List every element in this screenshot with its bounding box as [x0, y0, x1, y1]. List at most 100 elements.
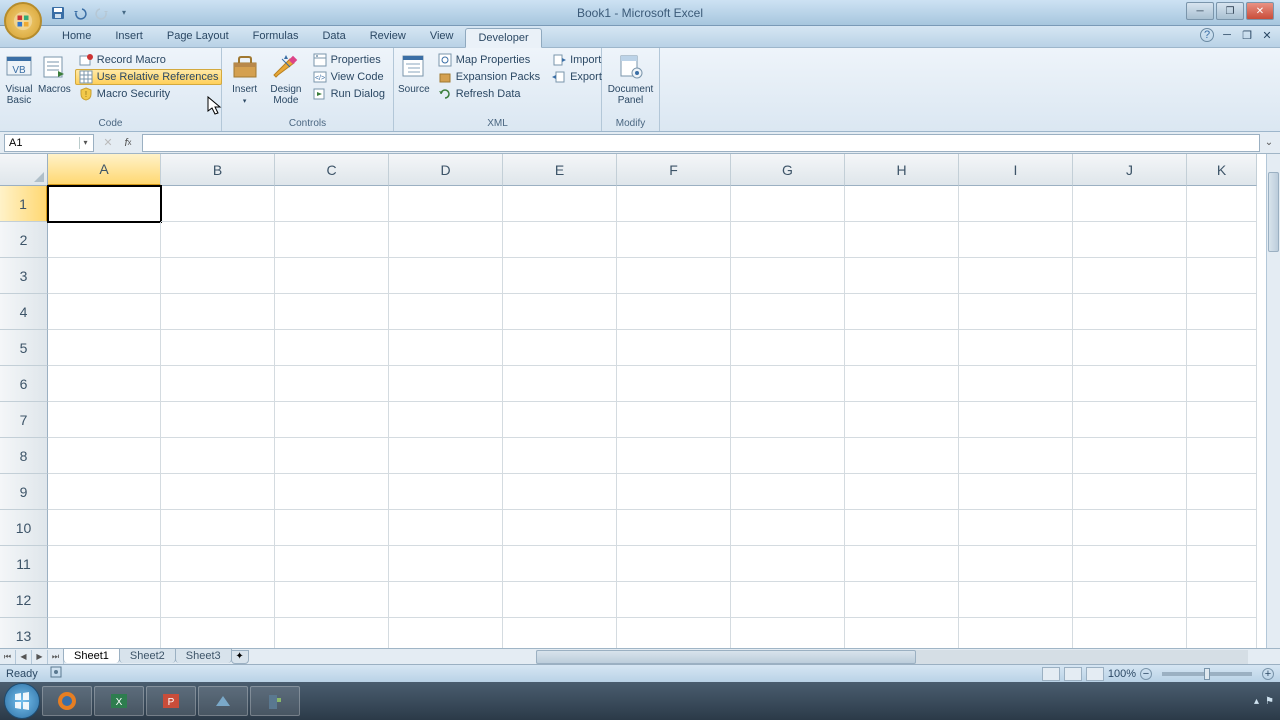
tab-view[interactable]: View	[418, 27, 466, 47]
cell[interactable]	[617, 186, 731, 222]
cell[interactable]	[503, 582, 617, 618]
cell[interactable]	[959, 546, 1073, 582]
cell[interactable]	[617, 474, 731, 510]
cell[interactable]	[1187, 186, 1257, 222]
page-layout-view-button[interactable]	[1064, 667, 1082, 681]
cell[interactable]	[503, 438, 617, 474]
row-header[interactable]: 11	[0, 546, 48, 582]
cell[interactable]	[275, 186, 389, 222]
column-header[interactable]: A	[48, 154, 161, 186]
cell[interactable]	[1187, 474, 1257, 510]
save-icon[interactable]	[50, 5, 66, 21]
source-button[interactable]: Source	[398, 50, 430, 97]
taskbar-app1[interactable]	[198, 686, 248, 716]
cell[interactable]	[731, 366, 845, 402]
prev-sheet-icon[interactable]: ◀	[16, 650, 32, 664]
cell[interactable]	[1073, 402, 1187, 438]
cell[interactable]	[161, 258, 275, 294]
cell[interactable]	[161, 546, 275, 582]
cell[interactable]	[731, 258, 845, 294]
cell-grid[interactable]	[48, 186, 1266, 648]
office-button[interactable]	[4, 2, 42, 40]
row-header[interactable]: 8	[0, 438, 48, 474]
cell[interactable]	[48, 474, 161, 510]
cell[interactable]	[503, 258, 617, 294]
cell[interactable]	[161, 510, 275, 546]
redo-icon[interactable]	[94, 5, 110, 21]
design-mode-button[interactable]: Design Mode	[267, 50, 304, 108]
cell[interactable]	[617, 330, 731, 366]
view-code-button[interactable]: </>View Code	[309, 69, 389, 85]
tab-home[interactable]: Home	[50, 27, 103, 47]
cell[interactable]	[845, 546, 959, 582]
cell[interactable]	[48, 186, 161, 222]
cell[interactable]	[161, 330, 275, 366]
cell[interactable]	[275, 546, 389, 582]
expansion-packs-button[interactable]: Expansion Packs	[434, 69, 544, 85]
insert-control-button[interactable]: Insert▾	[226, 50, 263, 108]
cancel-formula-icon[interactable]: ✕	[100, 135, 116, 151]
page-break-view-button[interactable]	[1086, 667, 1104, 681]
cell[interactable]	[503, 222, 617, 258]
close-button[interactable]: ✕	[1246, 2, 1274, 20]
cell[interactable]	[389, 222, 503, 258]
cell[interactable]	[503, 402, 617, 438]
cell[interactable]	[845, 438, 959, 474]
cell[interactable]	[1187, 582, 1257, 618]
record-macro-button[interactable]: Record Macro	[75, 52, 223, 68]
cell[interactable]	[161, 618, 275, 648]
tab-page-layout[interactable]: Page Layout	[155, 27, 241, 47]
cell[interactable]	[161, 402, 275, 438]
row-header[interactable]: 1	[0, 186, 48, 222]
cell[interactable]	[1073, 582, 1187, 618]
cell[interactable]	[845, 258, 959, 294]
cell[interactable]	[959, 474, 1073, 510]
row-header[interactable]: 12	[0, 582, 48, 618]
cell[interactable]	[161, 222, 275, 258]
cell[interactable]	[731, 222, 845, 258]
column-header[interactable]: C	[275, 154, 389, 186]
cell[interactable]	[845, 510, 959, 546]
macro-rec-icon[interactable]	[50, 666, 64, 681]
cell[interactable]	[48, 366, 161, 402]
cell[interactable]	[1187, 402, 1257, 438]
cell[interactable]	[959, 582, 1073, 618]
cell[interactable]	[389, 402, 503, 438]
cell[interactable]	[275, 618, 389, 648]
tray-expand-icon[interactable]: ▴	[1254, 696, 1259, 707]
sheet-tab[interactable]: Sheet1	[63, 648, 120, 663]
row-header[interactable]: 10	[0, 510, 48, 546]
cell[interactable]	[275, 438, 389, 474]
vertical-scrollbar[interactable]	[1266, 154, 1280, 648]
formula-bar[interactable]	[142, 134, 1260, 152]
cell[interactable]	[389, 510, 503, 546]
cell[interactable]	[48, 330, 161, 366]
cell[interactable]	[1073, 294, 1187, 330]
tab-developer[interactable]: Developer	[465, 28, 541, 48]
cell[interactable]	[845, 330, 959, 366]
cell[interactable]	[845, 186, 959, 222]
cell[interactable]	[48, 402, 161, 438]
cell[interactable]	[389, 474, 503, 510]
name-box-dropdown-icon[interactable]: ▾	[79, 137, 91, 149]
next-sheet-icon[interactable]: ▶	[32, 650, 48, 664]
ribbon-minimize-icon[interactable]: ─	[1220, 28, 1234, 42]
cell[interactable]	[959, 330, 1073, 366]
column-header[interactable]: J	[1073, 154, 1187, 186]
cell[interactable]	[48, 222, 161, 258]
cell[interactable]	[48, 618, 161, 648]
cell[interactable]	[503, 366, 617, 402]
cell[interactable]	[845, 402, 959, 438]
document-panel-button[interactable]: Document Panel	[606, 50, 655, 108]
cell[interactable]	[731, 546, 845, 582]
cell[interactable]	[617, 294, 731, 330]
cell[interactable]	[959, 222, 1073, 258]
cell[interactable]	[1073, 330, 1187, 366]
cell[interactable]	[731, 618, 845, 648]
name-box[interactable]: A1 ▾	[4, 134, 94, 152]
cell[interactable]	[1187, 546, 1257, 582]
cell[interactable]	[1187, 510, 1257, 546]
zoom-slider[interactable]	[1162, 672, 1252, 676]
maximize-button[interactable]: ❐	[1216, 2, 1244, 20]
zoom-out-button[interactable]: −	[1140, 668, 1152, 680]
